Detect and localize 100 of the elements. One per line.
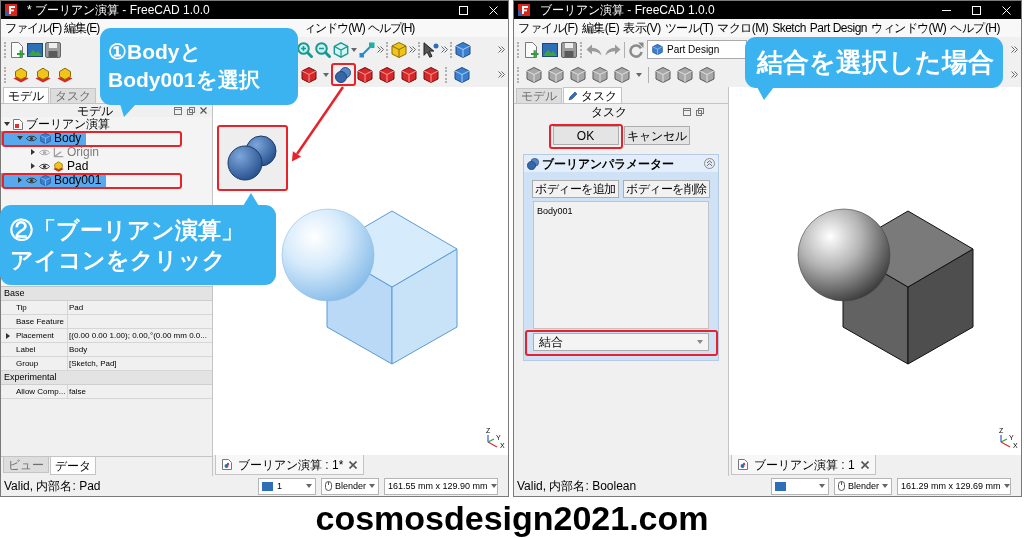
body-action-button[interactable]: ボディーを追加 [532, 180, 619, 198]
picture-icon[interactable] [27, 41, 43, 58]
menu-item[interactable]: ヘルプ(H) [950, 21, 1001, 35]
caret-down-icon[interactable] [4, 122, 10, 126]
navigation-select[interactable]: Blender [321, 477, 379, 495]
caret-down-icon [882, 484, 889, 488]
shape-icon[interactable] [677, 66, 693, 83]
eye-icon[interactable] [26, 134, 37, 142]
list-item[interactable]: Body001 [537, 205, 573, 217]
square-icon[interactable] [174, 106, 182, 115]
caret-down-icon[interactable] [351, 47, 357, 52]
chevrons-right-icon[interactable] [441, 46, 448, 53]
property-value: false [69, 386, 86, 398]
menu-item[interactable]: ツール(T) [664, 21, 714, 35]
panel-tab[interactable]: タスク [563, 87, 622, 103]
caret-down-icon[interactable] [323, 72, 329, 77]
chevrons-right-icon[interactable] [1011, 46, 1018, 53]
body-icon[interactable] [454, 66, 470, 83]
shape-icon[interactable] [614, 66, 630, 83]
panel-tab[interactable]: モデル [516, 88, 562, 103]
dimension-select[interactable]: 161.55 mm x 129.90 mm [384, 477, 498, 495]
menu-item[interactable]: ファイル(F) [518, 21, 578, 35]
menu-item[interactable]: ウィンドウ(W) [871, 21, 947, 35]
page-plus-icon[interactable] [9, 41, 25, 58]
dimension-select[interactable]: 161.29 mm x 129.69 mm [897, 477, 1011, 495]
property-name: Tip [16, 302, 27, 314]
eye-icon[interactable] [39, 162, 50, 170]
caret-right-icon[interactable] [18, 177, 22, 183]
stacked-squares-icon[interactable] [696, 108, 704, 116]
page-plus-icon[interactable] [523, 41, 539, 58]
workbench-select[interactable]: Part Design [647, 40, 747, 59]
cube-icon[interactable] [391, 41, 407, 58]
body-list[interactable]: Body001 [533, 201, 709, 329]
body-action-button[interactable]: ボディーを削除 [623, 180, 710, 198]
zoom-in-icon[interactable] [297, 41, 313, 58]
solid-icon[interactable] [401, 66, 417, 83]
body-icon[interactable] [455, 41, 471, 58]
tree-item[interactable]: Origin [1, 145, 104, 159]
callout-bubble: ②「ブーリアン演算」 アイコンをクリック [0, 205, 276, 285]
panel-tab[interactable]: ビュー [3, 457, 49, 473]
navigation-select[interactable]: Blender [834, 477, 892, 495]
draw-style-select[interactable] [771, 477, 829, 495]
zoom-out-icon[interactable] [315, 41, 331, 58]
double-chevron-up-icon[interactable] [704, 158, 715, 169]
spheres-icon[interactable] [335, 66, 351, 83]
menu-item[interactable]: Part Design [809, 21, 868, 35]
solid-icon[interactable] [379, 66, 395, 83]
tree-item[interactable]: Pad [1, 159, 94, 173]
eye-icon[interactable] [26, 176, 37, 184]
dialog-button[interactable]: OK [552, 126, 619, 145]
document-tab[interactable]: ブーリアン演算 : 1* [215, 455, 365, 475]
chevrons-right-icon[interactable] [377, 46, 384, 53]
solid-icon[interactable] [357, 66, 373, 83]
solid-icon[interactable] [301, 66, 317, 83]
caret-right-icon[interactable] [31, 163, 35, 169]
menu-item[interactable]: ィンドウ(W) [304, 21, 365, 35]
solid-icon[interactable] [423, 66, 439, 83]
caret-down-icon[interactable] [636, 72, 642, 77]
shape-icon[interactable] [526, 66, 542, 83]
stacked-squares-icon[interactable] [187, 106, 195, 115]
menu-item[interactable]: 表示(V) [623, 21, 661, 35]
panel-tab[interactable]: タスク [50, 88, 96, 103]
tree-item[interactable]: ブーリアン演算 [1, 117, 115, 131]
close-icon[interactable] [860, 460, 869, 469]
shape-icon[interactable] [548, 66, 564, 83]
wireframe-cube-icon[interactable] [333, 41, 349, 58]
shape-icon[interactable] [570, 66, 586, 83]
chevrons-right-icon[interactable] [498, 71, 505, 78]
line-tool-icon[interactable] [359, 41, 375, 58]
shape-icon[interactable] [592, 66, 608, 83]
panel-tab[interactable]: データ [50, 457, 96, 475]
picture-icon[interactable] [542, 41, 558, 58]
square-icon[interactable] [683, 108, 691, 116]
menu-item[interactable]: Sketch [772, 21, 806, 35]
menu-item[interactable]: マクロ(M) [717, 21, 769, 35]
menu-item[interactable]: 編集(E) [581, 21, 620, 35]
draw-style-select[interactable]: 1 [258, 477, 316, 495]
dialog-button[interactable]: キャンセル [623, 126, 690, 145]
block-icon[interactable] [35, 66, 51, 83]
property-value: [(0.00 0.00 1.00); 0.00,°(0.00 mm 0.0... [69, 330, 207, 342]
caret-right-icon[interactable] [5, 332, 10, 339]
pointer-icon[interactable] [423, 41, 439, 58]
shape-icon[interactable] [699, 66, 715, 83]
menu-item[interactable]: 編集(E) [64, 21, 100, 35]
chevrons-right-icon[interactable] [498, 46, 505, 53]
shape-icon[interactable] [655, 66, 671, 83]
chevrons-right-icon[interactable] [409, 46, 416, 53]
document-tab[interactable]: ブーリアン演算 : 1 [731, 455, 876, 475]
menu-item[interactable]: ファイル(F) [5, 21, 62, 35]
caret-right-icon[interactable] [31, 149, 35, 155]
caret-down-icon[interactable] [17, 136, 23, 140]
panel-tab[interactable]: モデル [3, 87, 49, 103]
chevrons-right-icon[interactable] [1011, 71, 1018, 78]
block-icon[interactable] [57, 66, 73, 83]
close-icon[interactable] [349, 460, 358, 469]
close-icon[interactable] [200, 107, 207, 114]
refresh-icon[interactable] [628, 41, 644, 58]
block-icon[interactable] [13, 66, 29, 83]
menu-item[interactable]: ヘルプ(H) [367, 21, 415, 35]
operation-select[interactable]: 結合 [533, 333, 709, 351]
